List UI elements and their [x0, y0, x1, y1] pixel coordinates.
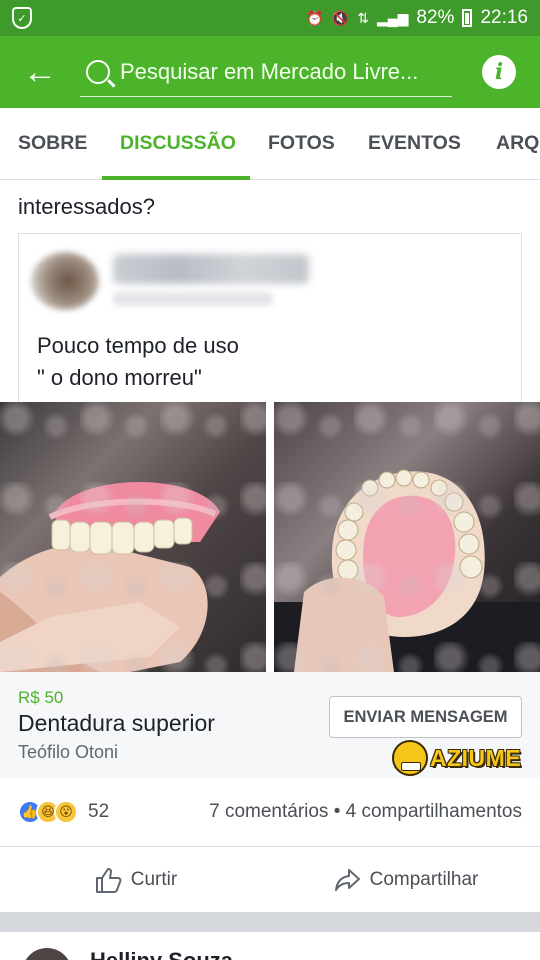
- comment-share-stats[interactable]: 7 comentários • 4 compartilhamentos: [209, 801, 522, 823]
- thumbs-up-icon: [95, 867, 122, 893]
- reaction-count[interactable]: 52: [88, 801, 109, 823]
- tab-sobre[interactable]: SOBRE: [18, 108, 87, 180]
- like-label: Curtir: [130, 868, 178, 890]
- share-arrow-icon: [334, 868, 360, 891]
- shield-icon: ✓: [12, 7, 32, 29]
- photo-grid: [0, 402, 540, 672]
- post-actions: Curtir Compartilhar: [0, 846, 540, 912]
- grinning-face-icon: [392, 740, 428, 776]
- reactions-bar: 👍 😆 😮 52 7 comentários • 4 compartilhame…: [0, 778, 540, 846]
- mute-icon: 🔇: [331, 9, 350, 26]
- avatar[interactable]: [22, 948, 72, 960]
- tab-fotos[interactable]: FOTOS: [268, 108, 335, 180]
- post-card: interessados? Pouco tempo de uso " o don…: [0, 180, 540, 778]
- signal-icon: ▂▄▆: [376, 9, 409, 26]
- search-input[interactable]: Pesquisar em Mercado Livre...: [80, 47, 452, 97]
- watermark-logo: AZIUME: [392, 740, 521, 776]
- listing-title: Dentadura superior: [18, 710, 215, 736]
- avatar: [31, 252, 99, 310]
- search-placeholder: Pesquisar em Mercado Livre...: [120, 58, 419, 84]
- clock: 22:16: [480, 7, 528, 28]
- denture-photo-top[interactable]: [274, 402, 540, 672]
- alarm-icon: ⏰: [306, 9, 324, 26]
- status-bar: ✓ ⏰ 🔇 ⇅ ▂▄▆ 82% 22:16: [0, 0, 540, 36]
- search-icon: [86, 59, 110, 84]
- share-label: Compartilhar: [369, 868, 479, 890]
- app-bar: ← Pesquisar em Mercado Livre... i: [0, 36, 540, 108]
- like-button[interactable]: Curtir: [0, 847, 270, 912]
- tab-eventos[interactable]: EVENTOS: [368, 108, 461, 180]
- feed-separator: [0, 912, 540, 932]
- listing-location: Teófilo Otoni: [18, 742, 119, 762]
- arrow-left-icon[interactable]: ←: [0, 36, 80, 108]
- post-text: interessados?: [18, 194, 155, 219]
- send-message-button[interactable]: ENVIAR MENSAGEM: [329, 696, 522, 738]
- tab-arquivos[interactable]: ARQ: [496, 108, 539, 180]
- battery-percent: 82%: [416, 7, 455, 28]
- denture-photo-front[interactable]: [0, 402, 266, 672]
- listing-price: R$ 50: [18, 688, 64, 707]
- blurred-post-meta: [113, 292, 273, 306]
- watermark-text: AZIUME: [430, 744, 522, 771]
- data-icon: ⇅: [357, 9, 369, 26]
- shared-text-line: " o dono morreu": [37, 365, 202, 390]
- next-post-author[interactable]: Helliny Souza: [90, 948, 233, 960]
- info-icon[interactable]: i: [482, 55, 516, 89]
- wow-reaction-icon[interactable]: 😮: [54, 800, 78, 824]
- shared-post-text: Pouco tempo de uso " o dono morreu": [37, 330, 239, 394]
- group-tabs: SOBRE DISCUSSÃO FOTOS EVENTOS ARQ: [0, 108, 540, 180]
- shared-text-line: Pouco tempo de uso: [37, 333, 239, 358]
- share-button[interactable]: Compartilhar: [270, 847, 540, 912]
- blurred-author-name: [113, 254, 309, 284]
- battery-icon: [462, 9, 473, 27]
- tab-discussao[interactable]: DISCUSSÃO: [102, 108, 250, 180]
- next-post-card: Helliny Souza: [0, 932, 540, 960]
